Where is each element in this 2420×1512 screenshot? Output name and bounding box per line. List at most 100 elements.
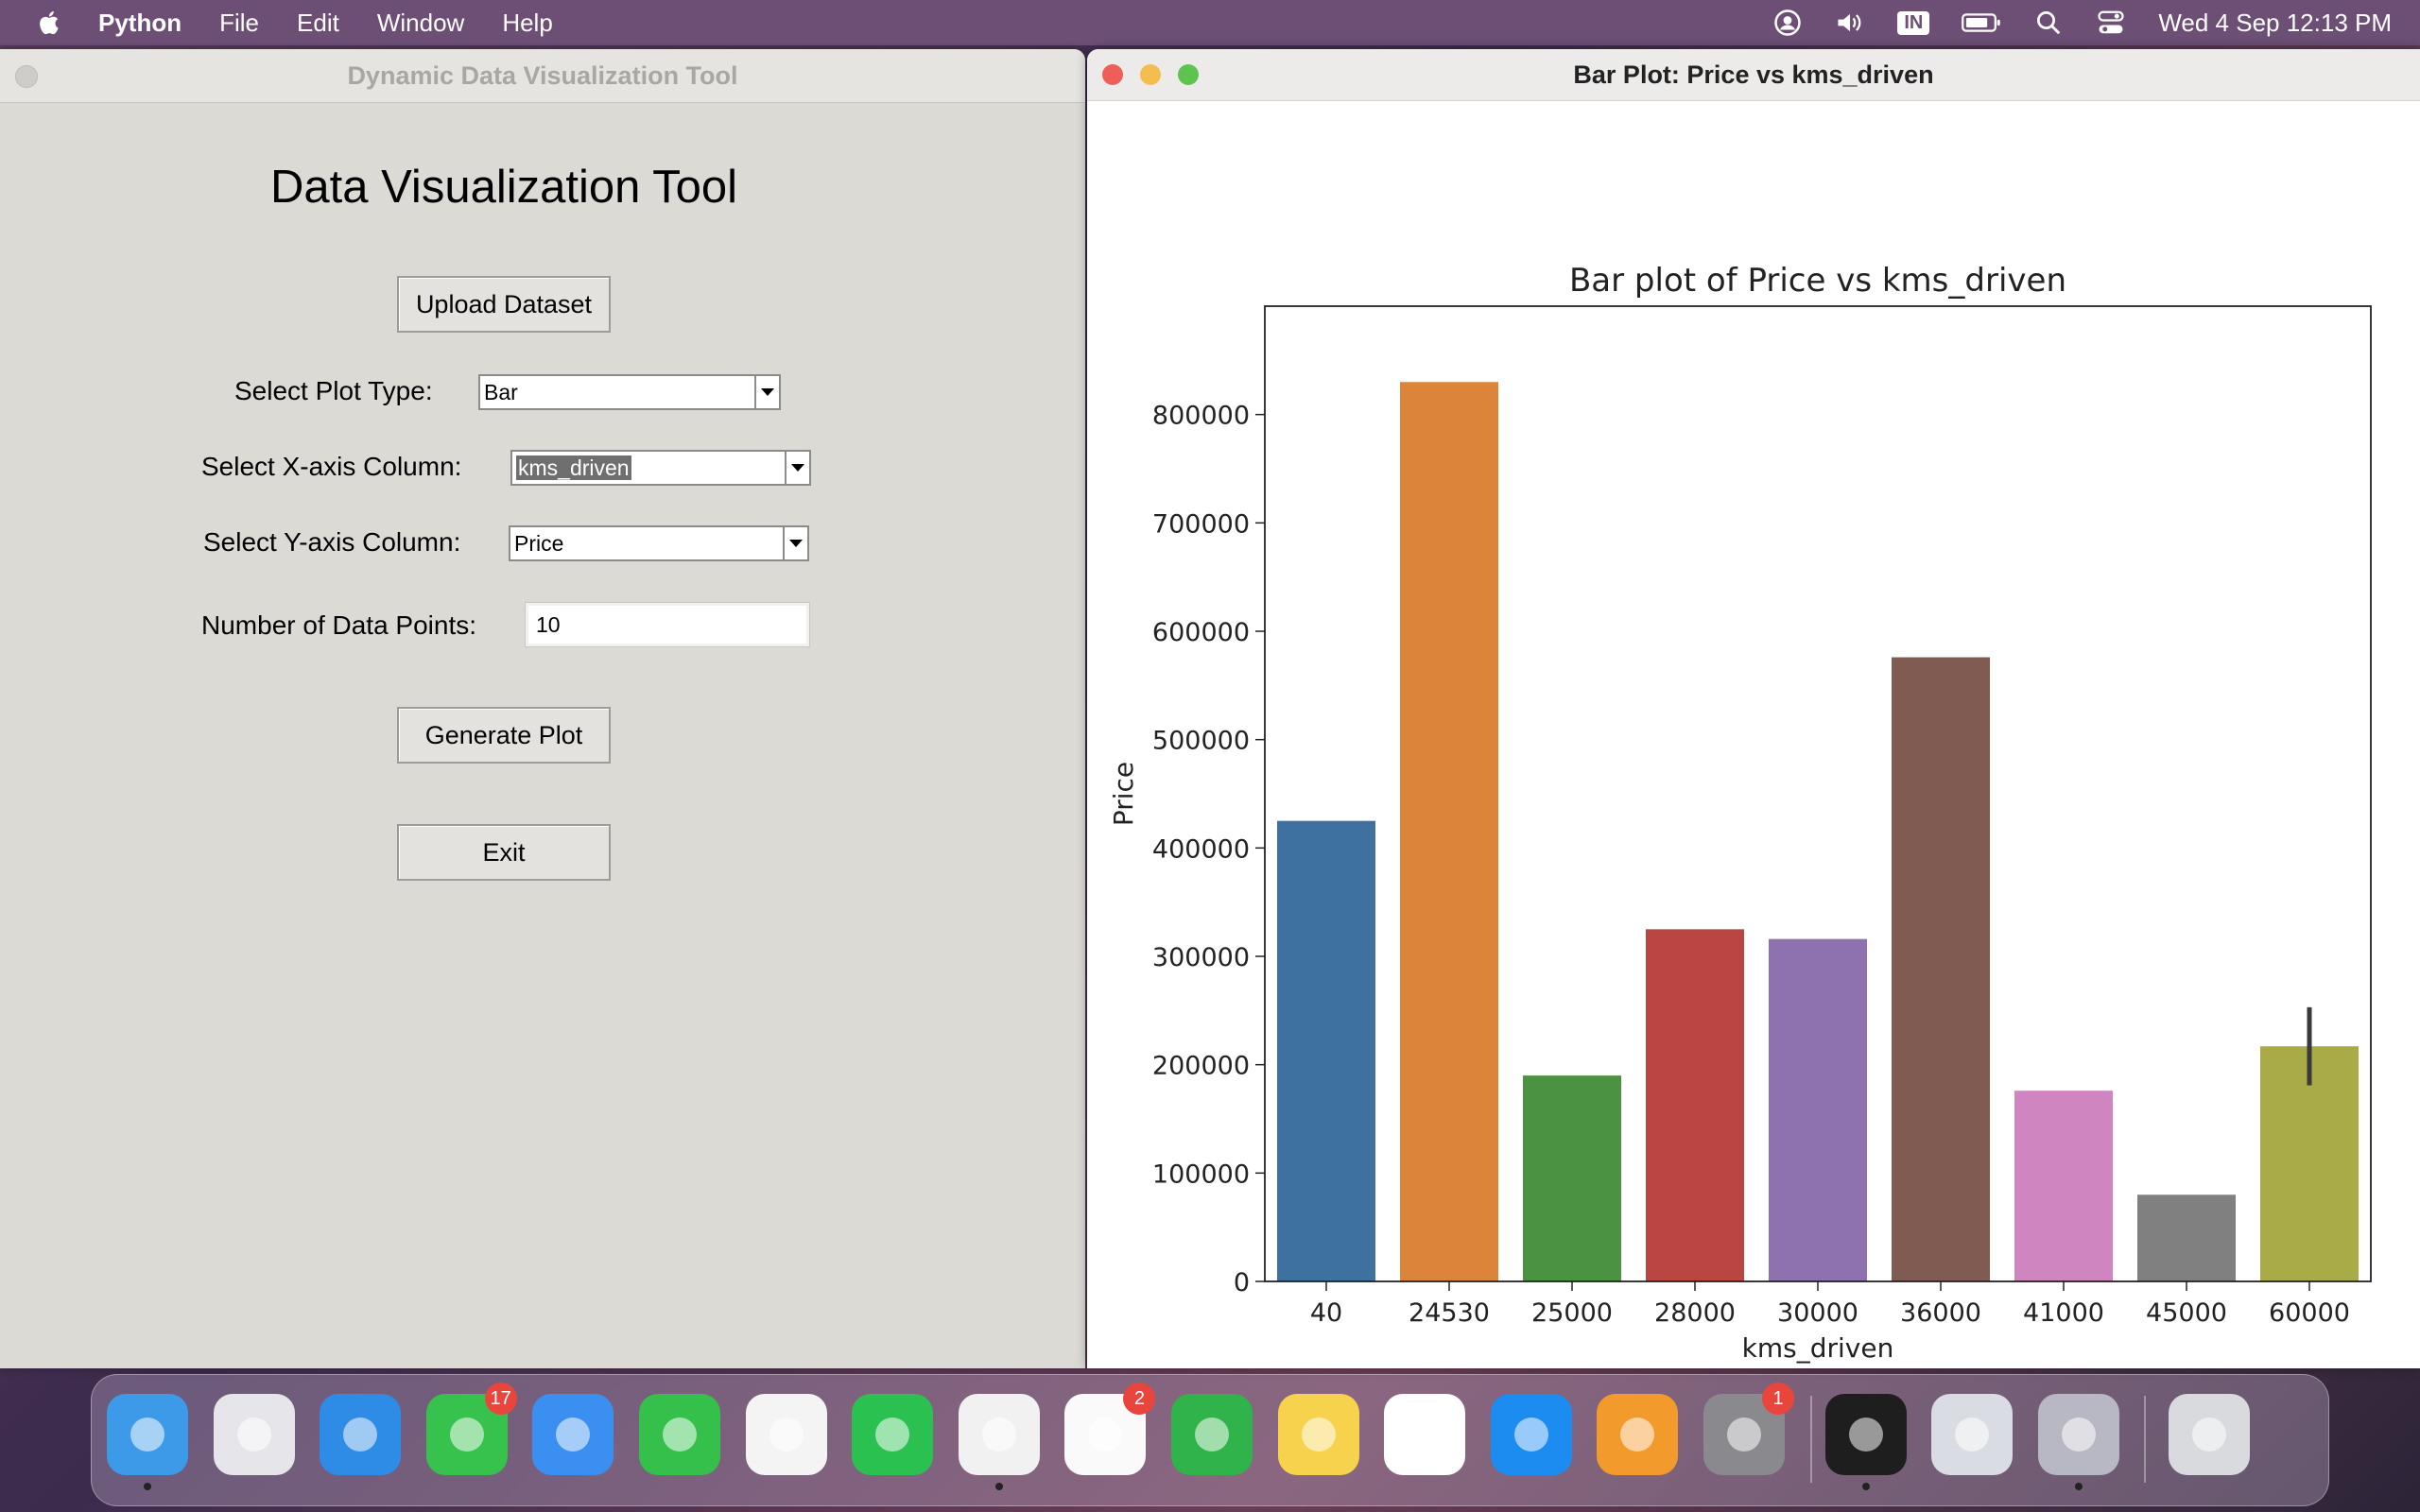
notification-badge: 17 — [484, 1383, 517, 1415]
dock-terminal[interactable] — [1824, 1394, 1907, 1490]
y-axis-label: Select Y-axis Column: — [203, 527, 461, 557]
bar-24530 — [1400, 382, 1498, 1281]
chart-title: Bar plot of Price vs kms_driven — [1569, 262, 2066, 300]
x-tick-label: 36000 — [1900, 1298, 1981, 1328]
menu-edit[interactable]: Edit — [297, 9, 339, 38]
chevron-down-icon — [791, 464, 804, 472]
x-axis-selected-text: kms_driven — [516, 455, 631, 480]
dock-finder[interactable] — [107, 1394, 188, 1490]
dock-chrome[interactable] — [958, 1394, 1040, 1490]
chevron-down-icon — [789, 540, 803, 547]
bar-40 — [1277, 820, 1375, 1281]
python-rocket-icon — [2061, 1418, 2096, 1452]
launchpad-icon — [236, 1418, 271, 1452]
window-minimize-button[interactable] — [1140, 64, 1161, 85]
battery-icon[interactable] — [1962, 9, 2001, 37]
menu-app-python[interactable]: Python — [98, 9, 182, 38]
y-axis-dropdown-arrow[interactable] — [783, 525, 809, 561]
facetime-icon — [663, 1418, 697, 1452]
menu-file[interactable]: File — [219, 9, 259, 38]
running-indicator — [144, 1483, 151, 1490]
notification-badge: 2 — [1123, 1383, 1156, 1415]
volume-icon[interactable] — [1835, 9, 1865, 37]
dock-messages[interactable]: 17 — [425, 1383, 517, 1475]
dock-numbers[interactable] — [1171, 1394, 1253, 1475]
bar-30000 — [1769, 938, 1867, 1281]
upload-dataset-button[interactable]: Upload Dataset — [397, 276, 611, 333]
x-axis-value[interactable]: kms_driven — [510, 450, 785, 486]
reminders-icon — [1088, 1418, 1123, 1452]
settings-icon — [1727, 1418, 1761, 1452]
right-window-title: Bar Plot: Price vs kms_driven — [1573, 60, 1934, 89]
safari-icon — [343, 1418, 378, 1452]
plot-type-combobox[interactable]: Bar — [478, 374, 781, 410]
dock-trash[interactable] — [2169, 1394, 2251, 1475]
x-tick-label: 24530 — [1409, 1298, 1490, 1328]
plot-type-dropdown-arrow[interactable] — [754, 374, 781, 410]
y-tick-label: 400000 — [1152, 834, 1250, 864]
x-axis-combobox[interactable]: kms_driven — [510, 450, 811, 486]
user-account-icon[interactable] — [1772, 9, 1803, 37]
bar-45000 — [2137, 1194, 2236, 1281]
spotlight-search-icon[interactable] — [2033, 9, 2064, 37]
dock-facetime[interactable] — [639, 1394, 720, 1475]
apple-menu-icon[interactable] — [36, 9, 64, 37]
vscode-icon — [1408, 1418, 1443, 1452]
dock-settings[interactable]: 1 — [1703, 1383, 1794, 1475]
dock-safari[interactable] — [320, 1394, 402, 1475]
app-heading: Data Visualization Tool — [270, 162, 737, 213]
dock-pages[interactable] — [1597, 1394, 1679, 1475]
mail-icon — [556, 1418, 591, 1452]
dock-reminders[interactable]: 2 — [1064, 1383, 1156, 1475]
x-tick-label: 28000 — [1654, 1298, 1736, 1328]
dock-preview[interactable] — [1931, 1394, 2014, 1475]
dock-vscode[interactable] — [1384, 1394, 1466, 1475]
bar-28000 — [1646, 929, 1744, 1281]
menu-help[interactable]: Help — [502, 9, 552, 38]
dock-photos[interactable] — [745, 1394, 827, 1475]
generate-plot-button[interactable]: Generate Plot — [397, 707, 611, 764]
preview-icon — [1955, 1418, 1990, 1452]
data-points-input[interactable]: 10 — [525, 602, 810, 647]
y-tick-label: 0 — [1234, 1268, 1250, 1297]
dock-whatsapp[interactable] — [852, 1394, 934, 1475]
y-tick-label: 300000 — [1152, 943, 1250, 972]
y-tick-label: 600000 — [1152, 618, 1250, 647]
running-indicator — [2074, 1483, 2083, 1490]
left-window-titlebar[interactable]: Dynamic Data Visualization Tool — [0, 49, 1085, 103]
x-tick-label: 25000 — [1531, 1298, 1613, 1328]
menu-window[interactable]: Window — [377, 9, 464, 38]
notes-icon — [1301, 1418, 1336, 1452]
dock-launchpad[interactable] — [213, 1394, 295, 1475]
bar-25000 — [1523, 1075, 1621, 1281]
running-indicator — [1861, 1483, 1870, 1490]
window-close-button[interactable] — [1102, 64, 1123, 85]
x-axis-label: Select X-axis Column: — [201, 452, 462, 481]
y-axis-value[interactable]: Price — [509, 525, 783, 561]
messages-icon — [449, 1418, 484, 1452]
left-window-title: Dynamic Data Visualization Tool — [347, 61, 738, 90]
x-axis-dropdown-arrow[interactable] — [785, 450, 811, 486]
chevron-down-icon — [761, 388, 774, 396]
menu-clock[interactable]: Wed 4 Sep 12:13 PM — [2158, 9, 2392, 38]
input-source-badge[interactable]: IN — [1897, 10, 1930, 35]
control-center-icon[interactable] — [2096, 9, 2126, 37]
finder-icon — [130, 1418, 164, 1452]
window-zoom-button[interactable] — [1178, 64, 1199, 85]
plot-type-label: Select Plot Type: — [234, 376, 433, 405]
dock-separator — [1809, 1396, 1812, 1483]
right-window-titlebar[interactable]: Bar Plot: Price vs kms_driven — [1087, 49, 2420, 101]
dock-appstore[interactable] — [1490, 1394, 1572, 1475]
dock-python-rocket[interactable] — [2037, 1394, 2119, 1490]
trash-icon — [2192, 1418, 2227, 1452]
terminal-icon — [1848, 1418, 1883, 1452]
dock-notes[interactable] — [1277, 1394, 1359, 1475]
exit-button[interactable]: Exit — [397, 824, 611, 881]
window-close-button[interactable] — [15, 65, 38, 88]
y-axis-combobox[interactable]: Price — [509, 525, 809, 561]
x-axis-label: kms_driven — [1742, 1332, 1894, 1364]
dock-mail[interactable] — [532, 1394, 614, 1475]
x-tick-label: 30000 — [1777, 1298, 1858, 1328]
dock: 17 2 1 — [91, 1374, 2329, 1506]
plot-type-value[interactable]: Bar — [478, 374, 754, 410]
